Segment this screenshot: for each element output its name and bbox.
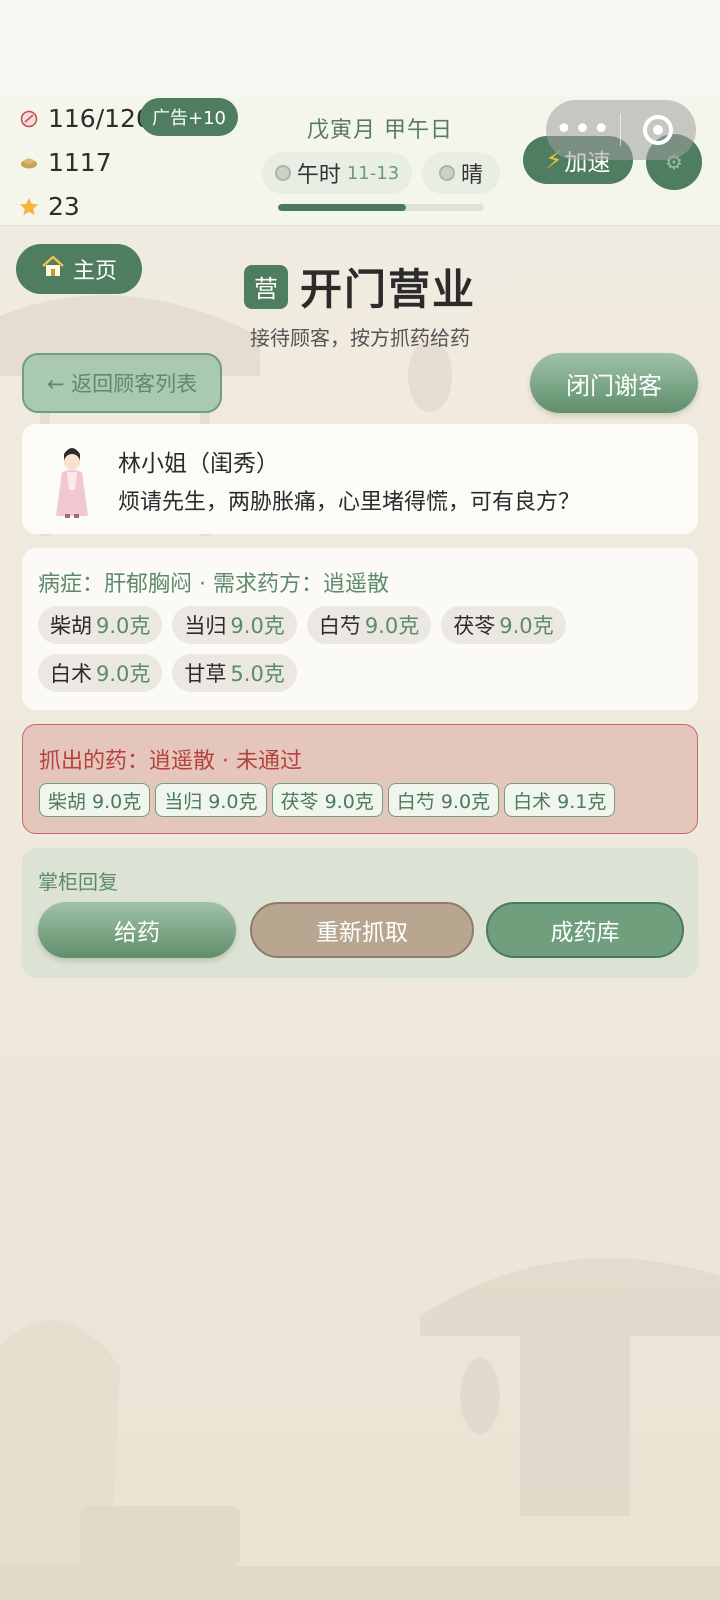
more-menu-icon[interactable]: ••• <box>546 100 620 160</box>
picked-result-header: 抓出的药：逍遥散 · 未通过 <box>39 749 302 774</box>
picked-herb-chip: 当归 9.0克 <box>155 783 267 817</box>
stamina-value: 116/120 <box>48 104 152 133</box>
herb-weight: 9.0克 <box>230 614 285 638</box>
weather-icon <box>438 165 455 181</box>
herb-weight: 9.0克 <box>96 614 151 638</box>
customer-name: 林小姐（闺秀） <box>118 451 279 477</box>
herb-name: 甘草 <box>184 662 227 686</box>
herb-weight: 9.0克 <box>499 614 554 638</box>
picked-herb-chip: 茯苓 9.0克 <box>271 783 383 817</box>
day-progress-bar <box>278 204 484 211</box>
herb-chip: 白芍 9.0克 <box>306 606 432 644</box>
weather-label: 晴 <box>460 163 483 188</box>
reply-label: 掌柜回复 <box>38 870 118 894</box>
page-title: 开门营业 <box>300 265 477 314</box>
give-medicine-button[interactable]: 给药 <box>38 902 236 958</box>
customer-avatar <box>56 448 88 518</box>
stamina-icon <box>18 108 40 130</box>
star-icon <box>18 196 40 218</box>
herb-chip: 甘草 5.0克 <box>172 654 297 692</box>
page-header: 营 开门营业 <box>244 256 476 317</box>
herb-name: 白芍 <box>318 614 361 638</box>
herb-chip: 白术 9.0克 <box>38 654 163 692</box>
home-button[interactable]: 主页 <box>16 244 142 294</box>
stamina-counter: 116/120 <box>18 104 152 133</box>
herb-name: 白术 <box>50 662 92 686</box>
star-counter: 23 <box>18 192 80 221</box>
herb-weight: 5.0克 <box>230 662 285 686</box>
herb-name: 柴胡 <box>50 614 92 638</box>
house-icon <box>41 255 65 283</box>
customer-dialogue: 烦请先生，两胁胀痛，心里堵得慌，可有良方？ <box>118 490 581 515</box>
time-of-day: 午时 11-13 <box>262 152 412 194</box>
day-progress-fill <box>278 204 406 211</box>
star-value: 23 <box>48 192 80 221</box>
title-badge: 营 <box>244 264 288 309</box>
prescription-header: 病症：肝郁胸闷 · 需求药方：逍遥散 <box>38 572 389 597</box>
time-range: 11-13 <box>346 162 400 184</box>
page-subtitle: 接待顾客，按方抓药给药 <box>250 326 470 350</box>
close-mini-program-button[interactable] <box>621 115 695 145</box>
required-herb-list: 柴胡 9.0克 当归 9.0克 白芍 9.0克 茯苓 9.0克 白术 9.0克 甘草 5.0… <box>38 606 688 692</box>
picked-herb-chip: 白术 9.1克 <box>504 783 616 817</box>
herb-name: 当归 <box>184 614 227 638</box>
target-icon <box>643 115 673 145</box>
time-icon <box>274 165 291 181</box>
herb-name: 茯苓 <box>453 614 496 638</box>
reply-panel: 掌柜回复 给药 重新抓取 成药库 <box>22 848 698 978</box>
herb-weight: 9.0克 <box>96 662 151 686</box>
medicine-stock-button[interactable]: 成药库 <box>486 902 684 958</box>
herb-chip: 柴胡 9.0克 <box>38 606 163 644</box>
calendar-date: 戊寅月 甲午日 <box>307 118 453 143</box>
coin-icon <box>18 152 40 174</box>
prescription-card: 病症：肝郁胸闷 · 需求药方：逍遥散 柴胡 9.0克 当归 9.0克 白芍 9.0克 … <box>22 548 698 710</box>
customer-card: 林小姐（闺秀） 烦请先生，两胁胀痛，心里堵得慌，可有良方？ <box>22 424 698 534</box>
picked-herb-list: 柴胡 9.0克 当归 9.0克 茯苓 9.0克 白芍 9.0克 白术 9.1克 <box>39 783 616 817</box>
mini-program-capsule: ••• <box>546 100 696 160</box>
picked-medicine-card: 抓出的药：逍遥散 · 未通过 柴胡 9.0克 当归 9.0克 茯苓 9.0克 白… <box>22 724 698 834</box>
back-to-customer-list-button[interactable]: ← 返回顾客列表 <box>22 353 222 413</box>
ad-reward-button[interactable]: 广告+10 <box>140 98 238 136</box>
close-shop-button[interactable]: 闭门谢客 <box>530 353 698 413</box>
weather: 晴 <box>422 152 500 194</box>
home-label: 主页 <box>72 259 117 284</box>
time-period: 午时 <box>296 163 341 188</box>
herb-chip: 茯苓 9.0克 <box>441 606 566 644</box>
herb-chip: 当归 9.0克 <box>172 606 297 644</box>
repick-button[interactable]: 重新抓取 <box>250 902 474 958</box>
herb-weight: 9.0克 <box>364 614 420 638</box>
coin-counter: 1117 <box>18 148 112 177</box>
picked-herb-chip: 白芍 9.0克 <box>387 783 500 817</box>
coin-value: 1117 <box>48 148 112 177</box>
status-bar <box>0 0 720 96</box>
picked-herb-chip: 柴胡 9.0克 <box>39 783 151 817</box>
